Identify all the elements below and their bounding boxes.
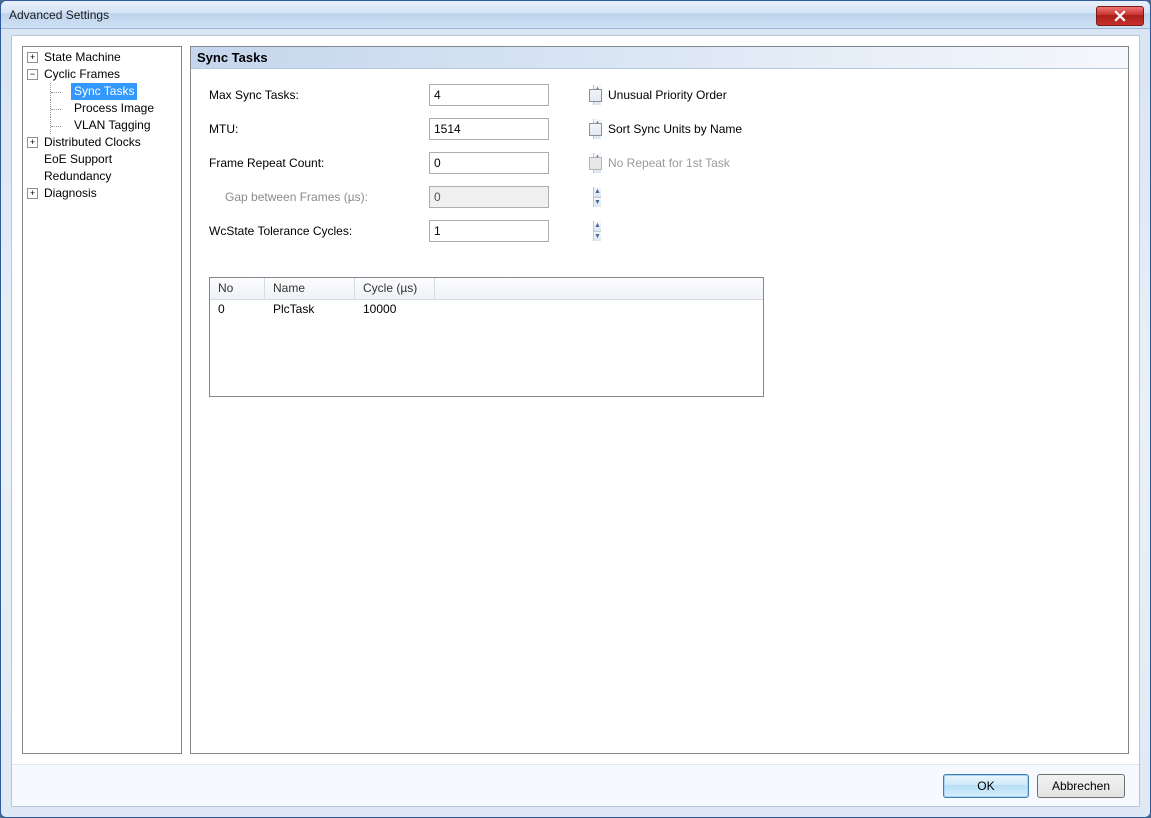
dialog-footer: OK Abbrechen xyxy=(12,764,1139,806)
row-wcstate: WcState Tolerance Cycles: ▲▼ xyxy=(209,219,1110,243)
table-row[interactable]: 0 PlcTask 10000 xyxy=(210,300,763,320)
expand-icon[interactable]: + xyxy=(27,188,38,199)
tree-item-eoe-support[interactable]: EoE Support xyxy=(23,151,181,168)
tree-item-redundancy[interactable]: Redundancy xyxy=(23,168,181,185)
expand-icon[interactable]: + xyxy=(27,137,38,148)
tree-label: VLAN Tagging xyxy=(71,117,154,134)
spin-up-icon[interactable]: ▲ xyxy=(594,221,601,232)
label-frame-repeat: Frame Repeat Count: xyxy=(209,156,429,170)
expand-icon[interactable]: + xyxy=(27,52,38,63)
tree-label: State Machine xyxy=(41,49,124,66)
wcstate-spinner[interactable]: ▲▼ xyxy=(429,220,549,242)
row-gap: Gap between Frames (µs): ▲▼ xyxy=(209,185,1110,209)
label-mtu: MTU: xyxy=(209,122,429,136)
col-cycle[interactable]: Cycle (µs) xyxy=(355,278,435,299)
no-repeat-label: No Repeat for 1st Task xyxy=(608,156,730,170)
frame-repeat-input[interactable] xyxy=(430,153,593,173)
row-frame-repeat: Frame Repeat Count: ▲▼ No Repeat for 1st… xyxy=(209,151,1110,175)
spin-down-icon: ▼ xyxy=(594,198,601,208)
table-header: No Name Cycle (µs) xyxy=(210,278,763,300)
label-gap: Gap between Frames (µs): xyxy=(209,190,429,204)
wcstate-input[interactable] xyxy=(430,221,593,241)
tree-label: Distributed Clocks xyxy=(41,134,144,151)
tree-label: EoE Support xyxy=(41,151,115,168)
tree-item-process-image[interactable]: Process Image xyxy=(23,100,181,117)
titlebar[interactable]: Advanced Settings xyxy=(1,1,1150,29)
collapse-icon[interactable]: − xyxy=(27,69,38,80)
sort-sync-units-label: Sort Sync Units by Name xyxy=(608,122,742,136)
form-area: Max Sync Tasks: ▲▼ Unusual Priority Orde… xyxy=(191,69,1128,267)
cell-no: 0 xyxy=(210,300,265,320)
tree-item-cyclic-frames[interactable]: − Cyclic Frames xyxy=(23,66,181,83)
tree-item-vlan-tagging[interactable]: VLAN Tagging xyxy=(23,117,181,134)
label-max-sync-tasks: Max Sync Tasks: xyxy=(209,88,429,102)
close-button[interactable] xyxy=(1096,6,1144,26)
advanced-settings-window: Advanced Settings + State Machine − Cycl… xyxy=(0,0,1151,818)
unusual-priority-label: Unusual Priority Order xyxy=(608,88,727,102)
cancel-button[interactable]: Abbrechen xyxy=(1037,774,1125,798)
cell-name: PlcTask xyxy=(265,300,355,320)
tree-item-diagnosis[interactable]: + Diagnosis xyxy=(23,185,181,202)
tree-label: Process Image xyxy=(71,100,157,117)
label-wcstate: WcState Tolerance Cycles: xyxy=(209,224,429,238)
main-panel: Sync Tasks Max Sync Tasks: ▲▼ Unusual Pr… xyxy=(190,46,1129,754)
nav-tree[interactable]: + State Machine − Cyclic Frames Sync Tas… xyxy=(22,46,182,754)
gap-spinner: ▲▼ xyxy=(429,186,549,208)
tasks-table[interactable]: No Name Cycle (µs) 0 PlcTask 10000 xyxy=(209,277,764,397)
row-mtu: MTU: ▲▼ Sort Sync Units by Name xyxy=(209,117,1110,141)
tree-item-sync-tasks[interactable]: Sync Tasks xyxy=(23,83,181,100)
unusual-priority-checkbox-row: Unusual Priority Order xyxy=(589,88,727,102)
body-row: + State Machine − Cyclic Frames Sync Tas… xyxy=(12,36,1139,764)
spin-down-icon[interactable]: ▼ xyxy=(594,232,601,242)
col-spacer xyxy=(435,278,763,299)
sort-sync-units-checkbox[interactable] xyxy=(589,123,602,136)
tree-label: Sync Tasks xyxy=(71,83,137,100)
tree-label: Redundancy xyxy=(41,168,114,185)
tree-label: Diagnosis xyxy=(41,185,100,202)
window-title: Advanced Settings xyxy=(9,8,109,22)
sort-sync-units-checkbox-row: Sort Sync Units by Name xyxy=(589,122,742,136)
col-name[interactable]: Name xyxy=(265,278,355,299)
mtu-input[interactable] xyxy=(430,119,593,139)
row-max-sync-tasks: Max Sync Tasks: ▲▼ Unusual Priority Orde… xyxy=(209,83,1110,107)
frame-repeat-spinner[interactable]: ▲▼ xyxy=(429,152,549,174)
gap-input xyxy=(430,187,593,207)
mtu-spinner[interactable]: ▲▼ xyxy=(429,118,549,140)
no-repeat-checkbox xyxy=(589,157,602,170)
tree-item-distributed-clocks[interactable]: + Distributed Clocks xyxy=(23,134,181,151)
panel-header: Sync Tasks xyxy=(191,47,1128,69)
tree-label: Cyclic Frames xyxy=(41,66,123,83)
unusual-priority-checkbox[interactable] xyxy=(589,89,602,102)
spin-up-icon: ▲ xyxy=(594,187,601,198)
max-sync-tasks-input[interactable] xyxy=(430,85,593,105)
close-icon xyxy=(1114,10,1126,22)
tree-item-state-machine[interactable]: + State Machine xyxy=(23,49,181,66)
max-sync-tasks-spinner[interactable]: ▲▼ xyxy=(429,84,549,106)
cell-cycle: 10000 xyxy=(355,300,435,320)
content-area: + State Machine − Cyclic Frames Sync Tas… xyxy=(11,35,1140,807)
no-repeat-checkbox-row: No Repeat for 1st Task xyxy=(589,156,730,170)
ok-button[interactable]: OK xyxy=(943,774,1029,798)
col-no[interactable]: No xyxy=(210,278,265,299)
